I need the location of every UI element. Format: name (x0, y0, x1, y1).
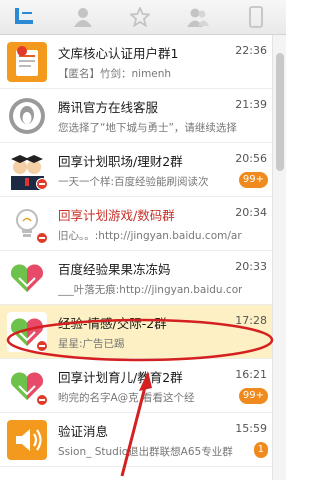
conversation-item[interactable]: 验证消息 15:59 Ssion_ Studio退出群联想A65专业群 1 (0, 413, 272, 467)
conversation-time: 20:56 (235, 152, 267, 165)
unread-badge: 99+ (238, 172, 268, 188)
muted-icon (36, 232, 48, 244)
conversation-time: 22:36 (235, 44, 267, 57)
conversation-title: 腾讯官方在线客服 (58, 100, 159, 115)
recent-chat-tab-icon (15, 8, 33, 24)
scrollbar-thumb[interactable] (276, 53, 284, 171)
conversation-item[interactable]: 文库核心认证用户群1 22:36 【匿名】竹剑：nimenh (0, 35, 272, 89)
conversation-time: 20:34 (235, 206, 267, 219)
conversation-preview: 旧心。。:http://jingyan.baidu.com/article (58, 230, 242, 242)
doc-avatar-icon (7, 42, 47, 82)
muted-icon (36, 178, 48, 190)
unread-badge: 1 (253, 442, 268, 458)
speaker-avatar-icon (7, 420, 47, 460)
conversation-preview: 您选择了“地下城与勇士”，请继续选择 (58, 122, 237, 134)
conversation-title: 回享计划游戏/数码群 (58, 208, 175, 223)
unread-badge: 99+ (238, 388, 268, 404)
conversation-preview: Ssion_ Studio退出群联想A65专业群 (58, 446, 233, 458)
phone-tab-icon (249, 6, 263, 28)
heart-avatar-icon (7, 258, 47, 298)
conversation-preview: ___叶落无痕:http://jingyan.baidu.com/art (58, 284, 242, 296)
conversation-title: 经验-情感/交际-2群 (58, 316, 167, 331)
conversation-item[interactable]: 回享计划育儿/教育2群 16:21 哟完的名字A@克 看看这个经 99+ (0, 359, 272, 413)
conversation-title: 验证消息 (58, 424, 109, 439)
conversation-title: 文库核心认证用户群1 (58, 46, 179, 61)
conversation-item[interactable]: 回享计划游戏/数码群 20:34 旧心。。:http://jingyan.bai… (0, 197, 272, 251)
conversation-preview: 一天一个样:百度经验能刷阅读次 (58, 176, 209, 188)
conversation-time: 15:59 (235, 422, 267, 435)
groups-tab-icon (187, 8, 209, 27)
phone-tab[interactable] (240, 4, 272, 30)
conversation-item[interactable]: 腾讯官方在线客服 21:39 您选择了“地下城与勇士”，请继续选择 (0, 89, 272, 143)
favorites-tab-icon (130, 7, 150, 27)
contacts-tab-icon (74, 8, 92, 27)
conversation-title: 百度经验果果冻冻妈 (58, 262, 171, 277)
favorites-tab[interactable] (124, 4, 156, 30)
conversation-time: 20:33 (235, 260, 267, 273)
conversation-preview: 哟完的名字A@克 看看这个经 (58, 392, 195, 404)
conversation-item[interactable]: 百度经验果果冻冻妈 20:33 ___叶落无痕:http://jingyan.b… (0, 251, 272, 305)
muted-icon (36, 340, 48, 352)
conversation-title: 回享计划育儿/教育2群 (58, 370, 183, 385)
conversation-time: 16:21 (235, 368, 267, 381)
conversation-preview: 【匿名】竹剑：nimenh (58, 68, 172, 80)
recent-chat-tab[interactable] (8, 4, 40, 30)
conversation-title: 回享计划职场/理财2群 (58, 154, 183, 169)
tab-bar (0, 0, 286, 35)
conversation-list[interactable]: 文库核心认证用户群1 22:36 【匿名】竹剑：nimenh 腾讯官方在线客服 … (0, 35, 272, 480)
groups-tab[interactable] (182, 4, 214, 30)
conversation-time: 21:39 (235, 98, 267, 111)
conversation-item[interactable]: 回享计划职场/理财2群 20:56 一天一个样:百度经验能刷阅读次 99+ (0, 143, 272, 197)
conversation-item-selected[interactable]: 经验-情感/交际-2群 17:28 星星:广告已踢 (0, 305, 272, 359)
muted-icon (36, 394, 48, 406)
contacts-tab[interactable] (67, 4, 99, 30)
conversation-preview: 星星:广告已踢 (58, 338, 125, 350)
scrollbar[interactable] (272, 35, 286, 480)
penguin-avatar-icon (7, 96, 47, 136)
conversation-time: 17:28 (235, 314, 267, 327)
